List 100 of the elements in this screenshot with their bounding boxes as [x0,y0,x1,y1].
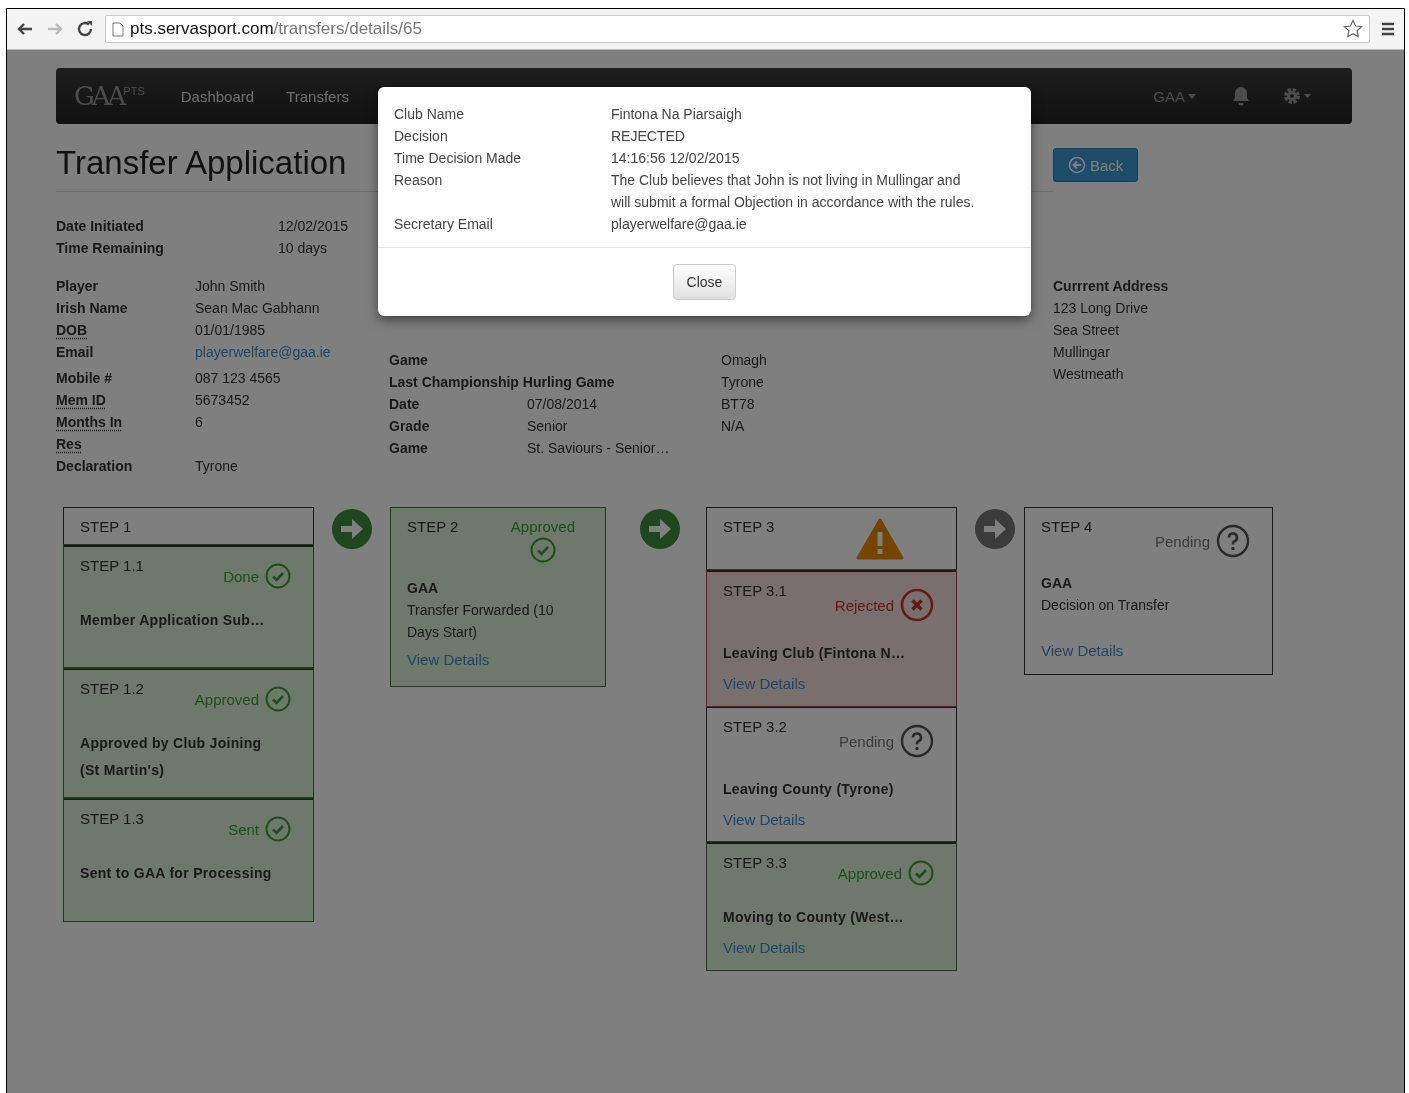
step-label: STEP 2 [407,518,459,535]
check-circle-icon [908,860,934,886]
field-label: DOB [56,321,89,340]
x-circle-icon [900,588,934,622]
detail-value: 14:16:56 12/02/2015 [611,149,741,168]
question-circle-icon [1216,524,1250,558]
field-label: Grade [389,418,430,434]
field-label: Time Remaining [56,239,165,258]
detail-value: playerwelfare@gaa.ie [611,215,748,234]
view-details-link[interactable]: View Details [723,939,806,956]
field-value: Senior [527,418,568,434]
field-value: 07/08/2014 [527,396,598,412]
field-label: Mem ID [56,391,107,410]
check-circle-icon [265,686,291,712]
field-value: 087 123 4565 [195,369,281,388]
address-line: 123 Long Drive [1053,299,1149,318]
detail-label: Decision [394,127,449,146]
step-label: STEP 1 [80,518,132,535]
check-circle-icon [265,563,291,589]
field-value: 01/01/1985 [195,321,266,340]
field-label: Irish Name [56,299,129,318]
field-value: 6 [195,413,203,432]
field-label: Player [56,277,100,296]
step-heading: GAA [407,579,440,598]
star-icon[interactable] [1343,19,1363,39]
step-description: Transfer Forwarded (10 Days Start) [407,601,555,642]
field-label: Date [389,396,420,412]
email-link[interactable]: playerwelfare@gaa.ie [195,341,331,363]
status-label: Done [223,567,259,585]
detail-value: Fintona Na Piarsaigh [611,105,743,124]
field-value: Tyrone [721,373,764,392]
detail-label: Reason [394,171,444,190]
status-label: Approved [510,518,575,535]
step-description: Decision on Transfer [1041,596,1171,615]
field-value: BT78 [721,395,755,414]
detail-label: Secretary Email [394,215,494,234]
caret-icon [1188,93,1196,99]
field-value: Sean Mac Gabhann [195,299,320,318]
field-value: N/A [721,417,745,436]
status-label: Approved [837,864,902,882]
menu-icon[interactable] [1380,21,1396,37]
view-details-link[interactable]: View Details [723,811,806,828]
field-label: Game [389,440,428,456]
check-circle-icon [529,537,556,563]
question-circle-icon [900,724,934,758]
field-label: Date Initiated [56,217,145,236]
step-title: Approved by Club Joining (St Martin's) [80,734,263,780]
nav-link[interactable]: Dashboard [164,87,271,105]
url-host: pts.servasport.com [130,19,274,38]
field-label: Email [56,343,95,362]
field-label: Months In Res [56,413,124,454]
step-label: STEP 1.3 [80,810,144,827]
step-label: STEP 3.2 [723,718,787,735]
step-label: STEP 4 [1041,518,1093,535]
address-bar[interactable]: pts.servasport.com/transfers/details/65 [105,15,1370,43]
step-label: STEP 1.2 [80,680,144,697]
step-heading: GAA [1041,574,1074,593]
reload-button[interactable] [75,19,95,39]
step-title: Sent to GAA for Processing [80,864,273,883]
page-title: Transfer Application [56,144,347,182]
field-value: Omagh [721,351,767,370]
field-value: St. Saviours - Senior… [527,440,670,456]
status-label: Pending [1154,532,1210,550]
step-title: Moving to County (West… [723,908,905,927]
detail-label: Time Decision Made [394,149,523,168]
field-value: John Smith [195,277,266,296]
field-value: 10 days [278,239,328,258]
step-label: STEP 3.1 [723,582,787,599]
field-label: Declaration [56,457,134,476]
field-label: Game [389,352,428,368]
step-title: Leaving Club (Fintona N… [723,644,907,663]
field-value: 12/02/2015 [278,217,349,236]
step-title: Member Application Sub… [80,611,266,630]
address-line: Sea Street [1053,321,1121,340]
page-icon [112,21,124,37]
address-line: Westmeath [1053,365,1125,384]
view-details-link[interactable]: View Details [407,651,490,668]
status-label: Sent [228,820,259,838]
detail-value: REJECTED [611,127,686,146]
field-value: 5673452 [195,391,250,410]
status-label: Rejected [834,596,894,614]
status-label: Pending [838,732,894,750]
detail-label: Club Name [394,105,466,124]
address-line: Mullingar [1053,343,1111,362]
step-title: Leaving County (Tyrone) [723,780,895,799]
view-details-link[interactable]: View Details [723,675,806,692]
field-label: Last Championship Hurling Game [389,374,615,390]
address-heading: Currrent Address [1053,277,1170,296]
detail-value: The Club believes that John is not living in Mullingar and will submit a formal Objection in accordance with the rules. [611,171,976,212]
field-value: Tyrone [195,457,238,476]
field-label: Mobile # [56,369,113,388]
view-details-link[interactable]: View Details [1041,642,1124,659]
close-button[interactable]: Close [672,264,737,300]
check-circle-icon [265,816,291,842]
status-label: Approved [194,690,259,708]
nav-link[interactable]: Transfers [270,87,365,105]
step-label: STEP 1.1 [80,557,144,574]
step-label: STEP 3 [723,518,775,535]
url-path: /transfers/details/65 [273,19,422,38]
back-button[interactable]: Back [1053,148,1139,182]
